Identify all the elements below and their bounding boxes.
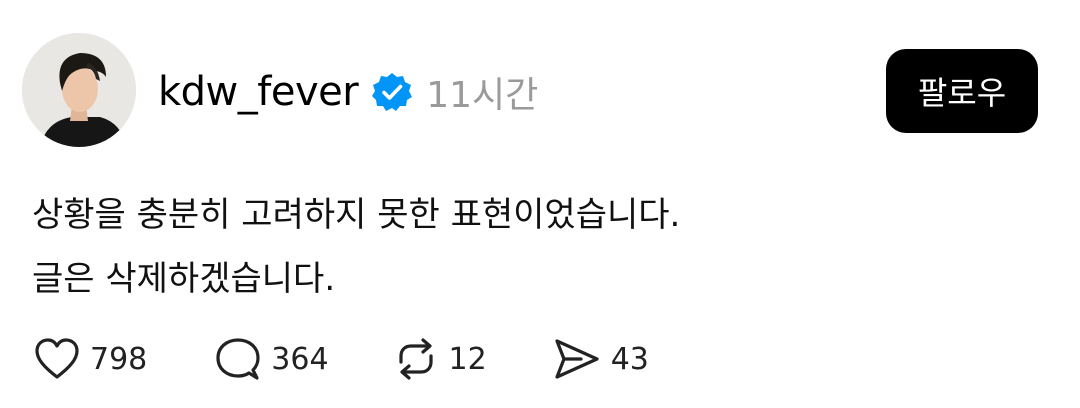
action-bar: 798 364 12 43 [34, 335, 649, 383]
post-timestamp: 11시간 [426, 75, 539, 116]
verified-badge-icon [372, 72, 413, 112]
repost-count: 12 [448, 341, 487, 377]
comment-bubble-icon [215, 337, 261, 381]
follow-button[interactable]: 팔로우 [886, 49, 1038, 133]
repost-icon [393, 336, 439, 382]
comment-button[interactable]: 364 [215, 337, 329, 381]
username[interactable]: kdw_fever [158, 69, 359, 115]
post-body-line: 상황을 충분히 고려하지 못한 표현이었습니다. [32, 195, 681, 235]
like-button[interactable]: 798 [34, 337, 147, 381]
send-icon [553, 337, 601, 381]
comment-count: 364 [271, 341, 329, 377]
avatar[interactable] [22, 33, 136, 147]
post-body-line: 글은 삭제하겠습니다. [32, 259, 336, 299]
avatar-image [22, 33, 136, 147]
share-button[interactable]: 43 [553, 337, 649, 381]
heart-icon [34, 337, 80, 381]
post-card: kdw_fever 11시간 팔로우 상황을 충분히 고려하지 못한 표현이었습… [0, 0, 1080, 408]
post-body: 상황을 충분히 고려하지 못한 표현이었습니다. 글은 삭제하겠습니다. [32, 183, 680, 311]
share-count: 43 [610, 341, 649, 377]
like-count: 798 [90, 341, 148, 377]
post-header: kdw_fever 11시간 [158, 62, 538, 122]
repost-button[interactable]: 12 [393, 336, 487, 382]
